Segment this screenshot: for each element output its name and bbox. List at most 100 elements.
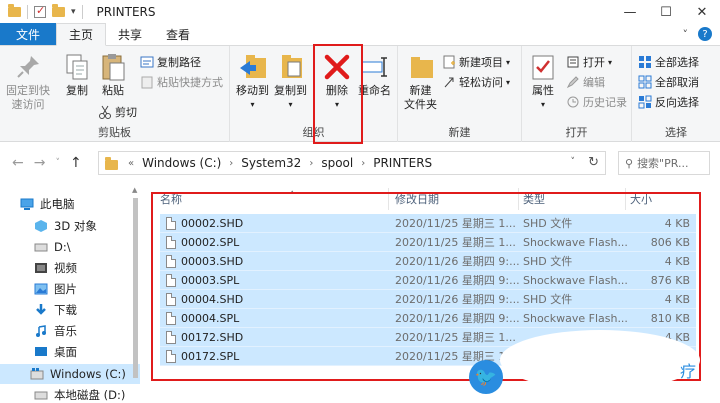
clipboard-group: 固定到快 速访问 复制 粘贴 复制路径 粘贴快捷方式 剪切 剪贴板 bbox=[0, 46, 230, 142]
copy-path-label: 复制路径 bbox=[157, 56, 201, 69]
tab-share[interactable]: 共享 bbox=[106, 23, 154, 45]
overflow-chevron-icon[interactable]: « bbox=[128, 158, 134, 169]
copy-path-icon bbox=[140, 55, 154, 69]
refresh-icon[interactable]: ↻ bbox=[588, 155, 599, 170]
paste-shortcut-label: 粘贴快捷方式 bbox=[157, 76, 223, 89]
copy-label: 复制 bbox=[66, 84, 88, 97]
open-button[interactable]: 打开 ▾ bbox=[566, 54, 612, 70]
properties-button[interactable]: 属性 ▾ bbox=[528, 52, 558, 112]
maximize-button[interactable]: ☐ bbox=[648, 0, 684, 24]
breadcrumb-item[interactable]: System32 bbox=[241, 156, 301, 170]
nav-item-label: 桌面 bbox=[54, 345, 77, 359]
tab-view[interactable]: 查看 bbox=[154, 23, 202, 45]
divider bbox=[81, 5, 83, 19]
quick-access-toolbar: ▾ bbox=[0, 4, 83, 19]
nav-item-videos[interactable]: 视频 bbox=[34, 258, 77, 278]
picture-icon bbox=[34, 283, 48, 295]
scrollbar-thumb[interactable] bbox=[133, 198, 138, 378]
paste-shortcut-button[interactable]: 粘贴快捷方式 bbox=[140, 74, 223, 90]
chevron-right-icon[interactable]: › bbox=[229, 158, 233, 169]
search-input[interactable]: ⚲ 搜索"PR... bbox=[618, 151, 710, 175]
nav-item-this-pc[interactable]: 此电脑 bbox=[20, 194, 75, 214]
new-folder-icon bbox=[406, 52, 436, 82]
nav-item-downloads[interactable]: 下载 bbox=[34, 300, 77, 320]
rename-icon bbox=[360, 52, 390, 82]
address-bar[interactable]: « Windows (C:) › System32 › spool › PRIN… bbox=[98, 151, 606, 175]
copy-to-button[interactable]: 复制到 ▾ bbox=[274, 52, 307, 112]
window-title: PRINTERS bbox=[96, 5, 156, 19]
scroll-up-icon[interactable]: ▲ bbox=[132, 186, 137, 194]
move-to-button[interactable]: 移动到 ▾ bbox=[236, 52, 269, 112]
paste-button[interactable]: 粘贴 bbox=[98, 52, 128, 98]
pin-to-quick-access-button[interactable]: 固定到快 速访问 bbox=[6, 52, 50, 112]
window-controls: — ☐ ✕ bbox=[612, 0, 720, 24]
chevron-down-icon: ▾ bbox=[540, 100, 545, 109]
breadcrumb-item[interactable]: PRINTERS bbox=[373, 156, 432, 170]
close-button[interactable]: ✕ bbox=[684, 0, 720, 24]
cut-button[interactable]: 剪切 bbox=[98, 104, 137, 120]
expand-ribbon-icon[interactable]: ˅ bbox=[683, 28, 689, 41]
nav-item-windows-c[interactable]: Windows (C:) bbox=[0, 364, 140, 384]
history-button[interactable]: 历史记录 bbox=[566, 94, 627, 110]
history-label: 历史记录 bbox=[583, 96, 627, 109]
chevron-down-icon: ▾ bbox=[250, 100, 255, 109]
breadcrumb-item[interactable]: Windows (C:) bbox=[142, 156, 221, 170]
nav-item-label: 下载 bbox=[54, 303, 77, 317]
properties-icon bbox=[528, 52, 558, 82]
nav-item-local-disk-d[interactable]: 本地磁盘 (D:) bbox=[34, 385, 125, 403]
nav-item-label: 音乐 bbox=[54, 324, 77, 338]
cube-icon bbox=[34, 220, 48, 232]
select-all-label: 全部选择 bbox=[655, 56, 699, 69]
back-icon[interactable]: ← bbox=[12, 155, 24, 171]
breadcrumb: « Windows (C:) › System32 › spool › PRIN… bbox=[118, 156, 432, 170]
nav-item-3d-objects[interactable]: 3D 对象 bbox=[34, 216, 97, 236]
recent-locations-icon[interactable]: ˅ bbox=[55, 158, 60, 168]
video-icon bbox=[34, 262, 48, 274]
copy-path-button[interactable]: 复制路径 bbox=[140, 54, 201, 70]
ribbon-right-controls: ˅ ? bbox=[683, 23, 720, 45]
forward-icon[interactable]: → bbox=[34, 155, 46, 171]
breadcrumb-item[interactable]: spool bbox=[321, 156, 353, 170]
customize-toolbar-icon[interactable]: ▾ bbox=[71, 7, 76, 17]
select-all-button[interactable]: 全部选择 bbox=[638, 54, 699, 70]
invert-selection-button[interactable]: 反向选择 bbox=[638, 94, 699, 110]
open-group-label: 打开 bbox=[565, 126, 588, 139]
navigation-pane: 此电脑 3D 对象 D:\ 视频 图片 下载 音乐 桌面 Windows (C:… bbox=[0, 186, 140, 403]
new-folder-button[interactable]: 新建 文件夹 bbox=[404, 52, 437, 112]
desktop-icon bbox=[34, 346, 48, 358]
chevron-right-icon[interactable]: › bbox=[309, 158, 313, 169]
chevron-right-icon[interactable]: › bbox=[361, 158, 365, 169]
move-to-label: 移动到 bbox=[236, 84, 269, 97]
folder-icon bbox=[105, 156, 118, 170]
copy-button[interactable]: 复制 bbox=[62, 52, 92, 98]
cut-label: 剪切 bbox=[115, 106, 137, 119]
nav-item-d-drive[interactable]: D:\ bbox=[34, 237, 71, 257]
nav-item-label: Windows (C:) bbox=[50, 367, 126, 381]
nav-item-pictures[interactable]: 图片 bbox=[34, 279, 77, 299]
easy-access-button[interactable]: 轻松访问 ▾ bbox=[442, 74, 510, 90]
navigation-scrollbar[interactable]: ▲ bbox=[130, 186, 140, 403]
nav-item-label: 3D 对象 bbox=[54, 219, 97, 233]
new-item-button[interactable]: 新建项目 ▾ bbox=[442, 54, 510, 70]
watermark-logo: 🐦 bbox=[469, 360, 503, 394]
select-none-label: 全部取消 bbox=[655, 76, 699, 89]
help-icon[interactable]: ? bbox=[698, 27, 712, 41]
address-row: ← → ˅ ↑ « Windows (C:) › System32 › spoo… bbox=[0, 147, 720, 179]
tab-home[interactable]: 主页 bbox=[56, 23, 107, 46]
select-none-button[interactable]: 全部取消 bbox=[638, 74, 699, 90]
computer-icon bbox=[20, 198, 34, 210]
tab-file[interactable]: 文件 bbox=[0, 23, 56, 45]
nav-item-music[interactable]: 音乐 bbox=[34, 321, 77, 341]
nav-item-label: D:\ bbox=[54, 240, 71, 254]
up-icon[interactable]: ↑ bbox=[70, 155, 82, 171]
new-folder-icon[interactable] bbox=[52, 4, 65, 17]
address-dropdown-icon[interactable]: ˅ bbox=[571, 157, 576, 167]
nav-item-desktop[interactable]: 桌面 bbox=[34, 342, 77, 362]
properties-icon[interactable] bbox=[34, 4, 46, 18]
chevron-down-icon: ▾ bbox=[506, 57, 511, 67]
new-item-icon bbox=[442, 55, 456, 69]
minimize-button[interactable]: — bbox=[612, 0, 648, 24]
search-placeholder: 搜索"PR... bbox=[637, 157, 689, 170]
edit-button[interactable]: 编辑 bbox=[566, 74, 605, 90]
divider bbox=[27, 5, 28, 19]
